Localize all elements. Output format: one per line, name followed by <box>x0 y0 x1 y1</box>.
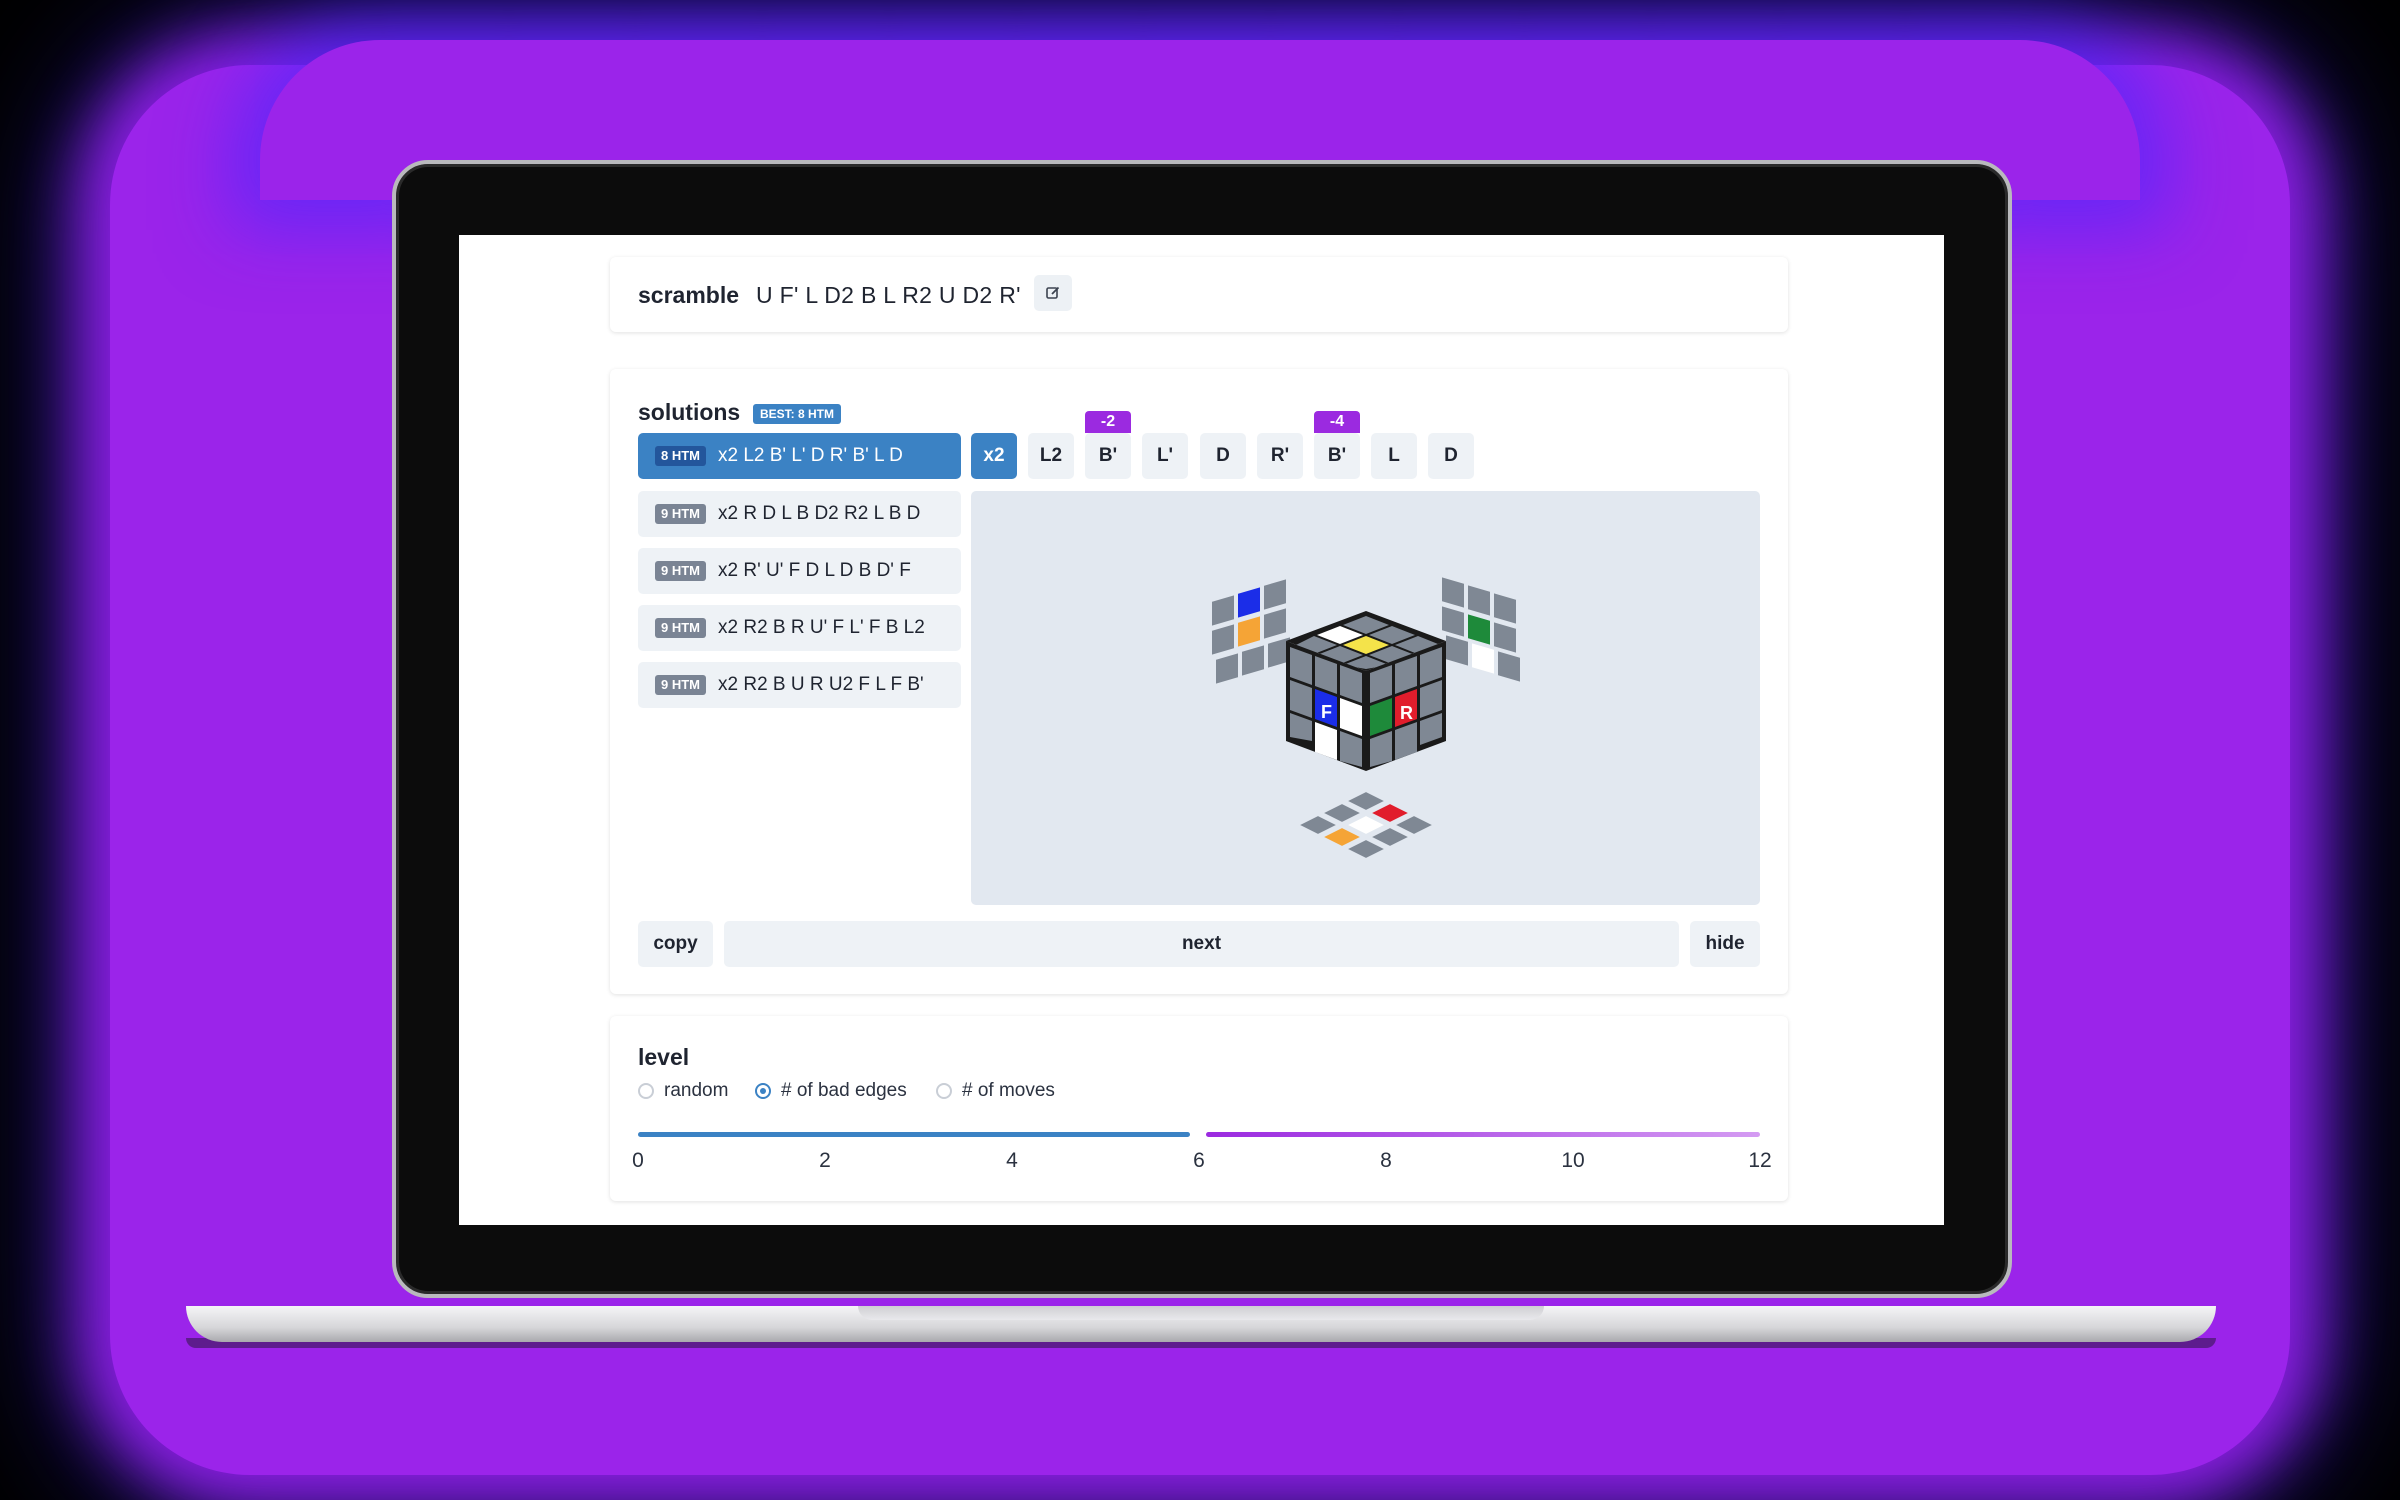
htm-badge: 9 HTM <box>655 504 706 524</box>
radio-button[interactable] <box>936 1083 952 1099</box>
step-button[interactable]: B' <box>1085 433 1131 479</box>
level-title: level <box>638 1044 690 1070</box>
cube-viewer[interactable]: F R <box>971 491 1760 905</box>
solutions-title: solutions <box>638 399 741 425</box>
copy-button[interactable]: copy <box>638 921 713 967</box>
solution-moves: x2 R2 B R U' F L' F B L2 <box>718 617 925 638</box>
solution-item[interactable]: 9 HTM x2 R D L B D2 R2 L B D <box>638 491 961 537</box>
edit-icon <box>1046 286 1060 299</box>
slider-tick: 4 <box>1006 1149 1018 1172</box>
slider-tick: 2 <box>819 1149 831 1172</box>
step-button[interactable]: L2 <box>1028 433 1074 479</box>
step-button[interactable]: x2 <box>971 433 1017 479</box>
radio-label: # of moves <box>962 1080 1055 1101</box>
slider-tick: 8 <box>1380 1149 1392 1172</box>
left-face-panel <box>1210 576 1292 687</box>
step-button[interactable]: L <box>1371 433 1417 479</box>
htm-badge: 9 HTM <box>655 561 706 581</box>
move-delta-badge: -4 <box>1314 411 1360 433</box>
edit-scramble-button[interactable] <box>1034 275 1072 311</box>
solution-item[interactable]: 9 HTM x2 R' U' F D L D B D' F <box>638 548 961 594</box>
solution-moves: x2 L2 B' L' D R' B' L D <box>718 445 903 466</box>
htm-badge: 9 HTM <box>655 618 706 638</box>
cube-3d: F R <box>1286 611 1446 771</box>
solutions-card: solutions BEST: 8 HTM 8 HTM x2 L2 B' L' … <box>610 369 1788 994</box>
slider-tick: 0 <box>632 1149 644 1172</box>
scramble-moves: U F' L D2 B L R2 U D2 R' <box>756 282 1021 308</box>
step-button[interactable]: R' <box>1257 433 1303 479</box>
move-delta-badge: -2 <box>1085 411 1131 433</box>
htm-badge: 9 HTM <box>655 675 706 695</box>
slider-tick: 10 <box>1561 1149 1585 1172</box>
radio-label: random <box>664 1080 729 1101</box>
radio-label: # of bad edges <box>781 1080 907 1101</box>
right-face-label: R <box>1400 703 1413 723</box>
solution-item[interactable]: 9 HTM x2 R2 B U R U2 F L F B' <box>638 662 961 708</box>
step-button[interactable]: L' <box>1142 433 1188 479</box>
scramble-title: scramble <box>638 282 740 308</box>
slider-tick: 6 <box>1193 1149 1205 1172</box>
front-face-label: F <box>1321 702 1332 722</box>
level-option-bad-edges[interactable]: # of bad edges <box>755 1080 907 1102</box>
level-option-moves[interactable]: # of moves <box>936 1080 1055 1102</box>
solution-item[interactable]: 9 HTM x2 R2 B R U' F L' F B L2 <box>638 605 961 651</box>
level-slider-selected[interactable] <box>638 1132 1190 1137</box>
radio-button[interactable] <box>638 1083 654 1099</box>
solution-moves: x2 R' U' F D L D B D' F <box>718 560 911 581</box>
solution-moves: x2 R D L B D2 R2 L B D <box>718 503 921 524</box>
step-button[interactable]: D <box>1428 433 1474 479</box>
best-badge: BEST: 8 HTM <box>753 404 842 424</box>
right-face-panel <box>1440 574 1522 685</box>
laptop-notch <box>858 1306 1544 1320</box>
step-button[interactable]: D <box>1200 433 1246 479</box>
level-slider-remaining[interactable] <box>1206 1132 1760 1137</box>
next-button[interactable]: next <box>724 921 1679 967</box>
slider-tick: 12 <box>1748 1149 1772 1172</box>
level-card: level random # of bad edges # of moves 0… <box>610 1016 1788 1201</box>
level-option-random[interactable]: random <box>638 1080 728 1102</box>
bottom-face-panel <box>1295 789 1437 861</box>
solution-moves: x2 R2 B U R U2 F L F B' <box>718 674 924 695</box>
hide-button[interactable]: hide <box>1690 921 1760 967</box>
step-button[interactable]: B' <box>1314 433 1360 479</box>
solution-item[interactable]: 8 HTM x2 L2 B' L' D R' B' L D <box>638 433 961 479</box>
radio-button-checked[interactable] <box>755 1083 771 1099</box>
app-screen: scramble U F' L D2 B L R2 U D2 R' soluti… <box>459 235 1944 1225</box>
cube-visualization: F R <box>1210 574 1522 861</box>
htm-badge: 8 HTM <box>655 446 706 466</box>
scramble-card: scramble U F' L D2 B L R2 U D2 R' <box>610 257 1788 332</box>
